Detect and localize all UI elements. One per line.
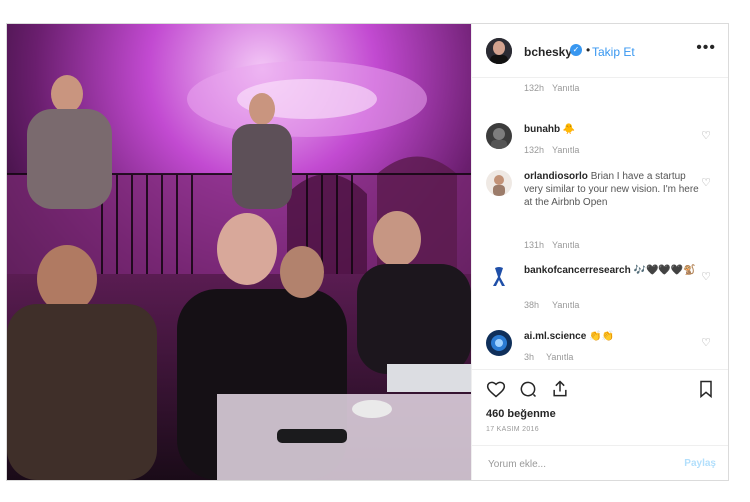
comment-username[interactable]: ai.ml.science xyxy=(524,331,586,342)
reply-link[interactable]: Yanıtla xyxy=(552,240,579,250)
bookmark-icon[interactable] xyxy=(696,379,716,399)
comment-text: 🎶🖤🖤🖤🐒 xyxy=(633,265,696,276)
verified-badge-icon: ✓ xyxy=(570,44,582,56)
post-date: 17 KASIM 2016 xyxy=(486,426,539,433)
reply-link[interactable]: Yanıtla xyxy=(552,300,579,310)
avatar[interactable] xyxy=(486,38,512,64)
comment-bubble-icon[interactable] xyxy=(518,379,538,399)
commenter-avatar[interactable] xyxy=(486,170,512,196)
comment-time: 3h xyxy=(524,352,535,362)
post-sidebar: bchesky ✓ • Takip Et ••• 132h Yanıtla bu… xyxy=(471,24,728,480)
more-options-icon[interactable]: ••• xyxy=(696,39,716,57)
post-photo[interactable] xyxy=(7,24,471,480)
add-comment-bar: Paylaş xyxy=(472,445,728,480)
list-item: orlandiosorlo Brian I have a startup ver… xyxy=(486,170,711,255)
comment-username[interactable]: bunahb xyxy=(524,124,560,135)
comment-body: ai.ml.science 👏👏 xyxy=(524,330,702,343)
comment-input[interactable] xyxy=(486,454,670,474)
reply-link[interactable]: Yanıtla xyxy=(552,83,579,93)
comment-text: 🐥 xyxy=(562,124,576,135)
post-header: bchesky ✓ • Takip Et ••• xyxy=(472,24,728,78)
reply-link[interactable]: Yanıtla xyxy=(546,352,573,362)
comment-time: 38h xyxy=(524,300,540,310)
comment-time: 132h xyxy=(524,145,545,155)
reply-link[interactable]: Yanıtla xyxy=(552,145,579,155)
comment-time: 131h xyxy=(524,240,545,250)
post-container: bchesky ✓ • Takip Et ••• 132h Yanıtla bu… xyxy=(6,23,729,481)
like-comment-icon[interactable]: ♡ xyxy=(701,129,711,142)
likes-count[interactable]: 460 beğenme xyxy=(486,408,556,420)
like-comment-icon[interactable]: ♡ xyxy=(701,336,711,349)
comment-time: 132h xyxy=(524,83,545,93)
post-username[interactable]: bchesky xyxy=(524,45,572,59)
comment-username[interactable]: bankofcancerresearch xyxy=(524,265,631,276)
follow-button[interactable]: Takip Et xyxy=(592,45,635,59)
like-heart-icon[interactable] xyxy=(486,379,506,399)
like-comment-icon[interactable]: ♡ xyxy=(701,270,711,283)
commenter-avatar[interactable] xyxy=(486,330,512,356)
list-item: 132h Yanıtla xyxy=(486,80,711,100)
comment-body: bunahb 🐥 xyxy=(524,123,702,136)
comment-body: bankofcancerresearch 🎶🖤🖤🖤🐒 xyxy=(524,264,702,277)
commenter-avatar[interactable] xyxy=(486,264,512,290)
share-icon[interactable] xyxy=(550,379,570,399)
comment-text: 👏👏 xyxy=(589,331,614,342)
list-item: bunahb 🐥 132h Yanıtla ♡ xyxy=(486,123,711,163)
photo-illustration xyxy=(7,24,471,480)
comment-username[interactable]: orlandiosorlo xyxy=(524,171,588,182)
post-comment-button[interactable]: Paylaş xyxy=(684,458,716,469)
comment-body: orlandiosorlo Brian I have a startup ver… xyxy=(524,170,702,209)
commenter-avatar[interactable] xyxy=(486,123,512,149)
list-item: ai.ml.science 👏👏 3h Yanıtla ♡ xyxy=(486,330,711,368)
post-actions xyxy=(472,369,728,405)
separator-dot: • xyxy=(586,43,591,57)
list-item: bankofcancerresearch 🎶🖤🖤🖤🐒 38h Yanıtla ♡ xyxy=(486,264,711,314)
comments-list: 132h Yanıtla bunahb 🐥 132h Yanıtla ♡ orl… xyxy=(472,78,728,368)
like-comment-icon[interactable]: ♡ xyxy=(701,176,711,189)
